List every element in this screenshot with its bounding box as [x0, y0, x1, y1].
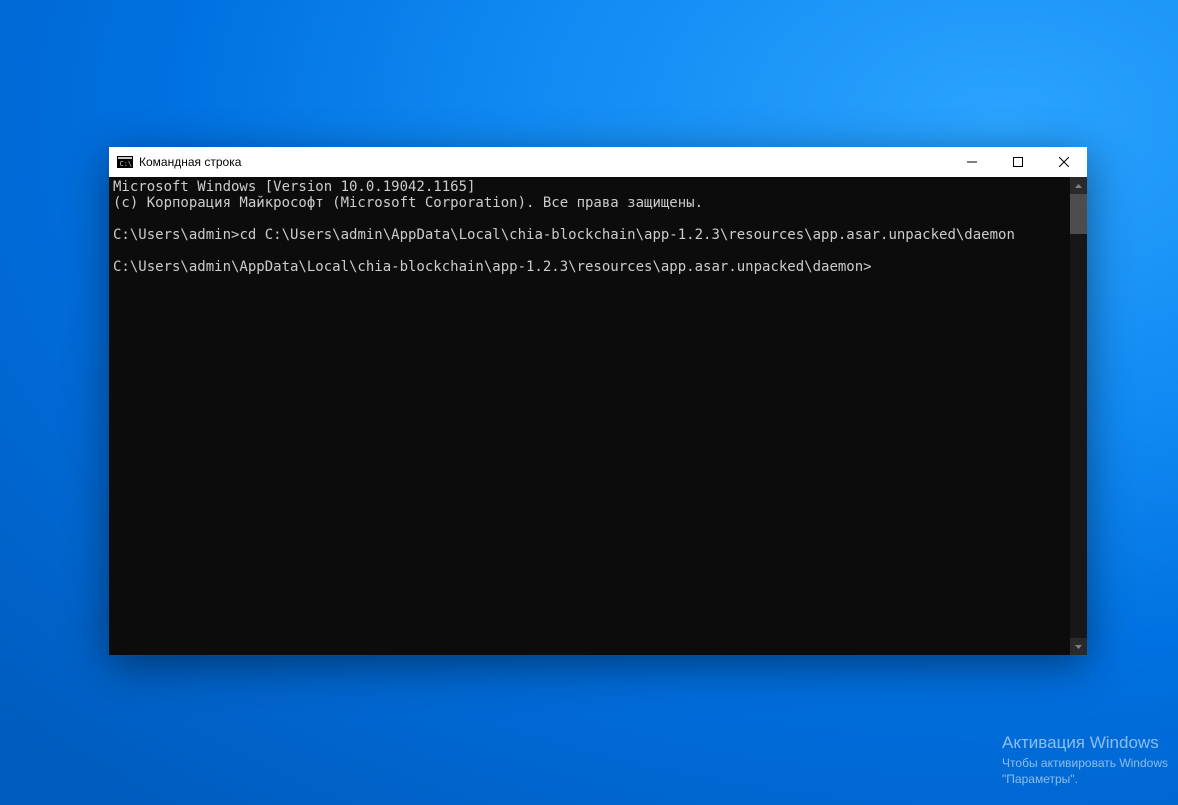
activation-watermark: Активация Windows Чтобы активировать Win… — [1002, 733, 1168, 787]
close-button[interactable] — [1041, 147, 1087, 177]
maximize-button[interactable] — [995, 147, 1041, 177]
minimize-button[interactable] — [949, 147, 995, 177]
watermark-subtitle: "Параметры". — [1002, 771, 1168, 787]
scrollbar-thumb[interactable] — [1070, 194, 1087, 234]
command-prompt-window: C:\ Командная строка Microsoft Windows [… — [109, 147, 1087, 655]
cmd-icon: C:\ — [117, 155, 133, 169]
terminal-output[interactable]: Microsoft Windows [Version 10.0.19042.11… — [109, 177, 1070, 655]
scrollbar-track[interactable] — [1070, 194, 1087, 638]
watermark-title: Активация Windows — [1002, 733, 1168, 753]
window-title: Командная строка — [139, 155, 241, 169]
titlebar[interactable]: C:\ Командная строка — [109, 147, 1087, 177]
scroll-down-button[interactable] — [1070, 638, 1087, 655]
watermark-subtitle: Чтобы активировать Windows — [1002, 755, 1168, 771]
terminal-prompt: C:\Users\admin\AppData\Local\chia-blockc… — [113, 259, 872, 275]
scroll-up-button[interactable] — [1070, 177, 1087, 194]
vertical-scrollbar[interactable] — [1070, 177, 1087, 655]
terminal-line: Microsoft Windows [Version 10.0.19042.11… — [113, 179, 475, 195]
terminal-line: (c) Корпорация Майкрософт (Microsoft Cor… — [113, 195, 703, 211]
client-area: Microsoft Windows [Version 10.0.19042.11… — [109, 177, 1087, 655]
svg-text:C:\: C:\ — [120, 160, 133, 168]
terminal-command: cd C:\Users\admin\AppData\Local\chia-blo… — [239, 227, 1014, 243]
terminal-prompt: C:\Users\admin> — [113, 227, 239, 243]
